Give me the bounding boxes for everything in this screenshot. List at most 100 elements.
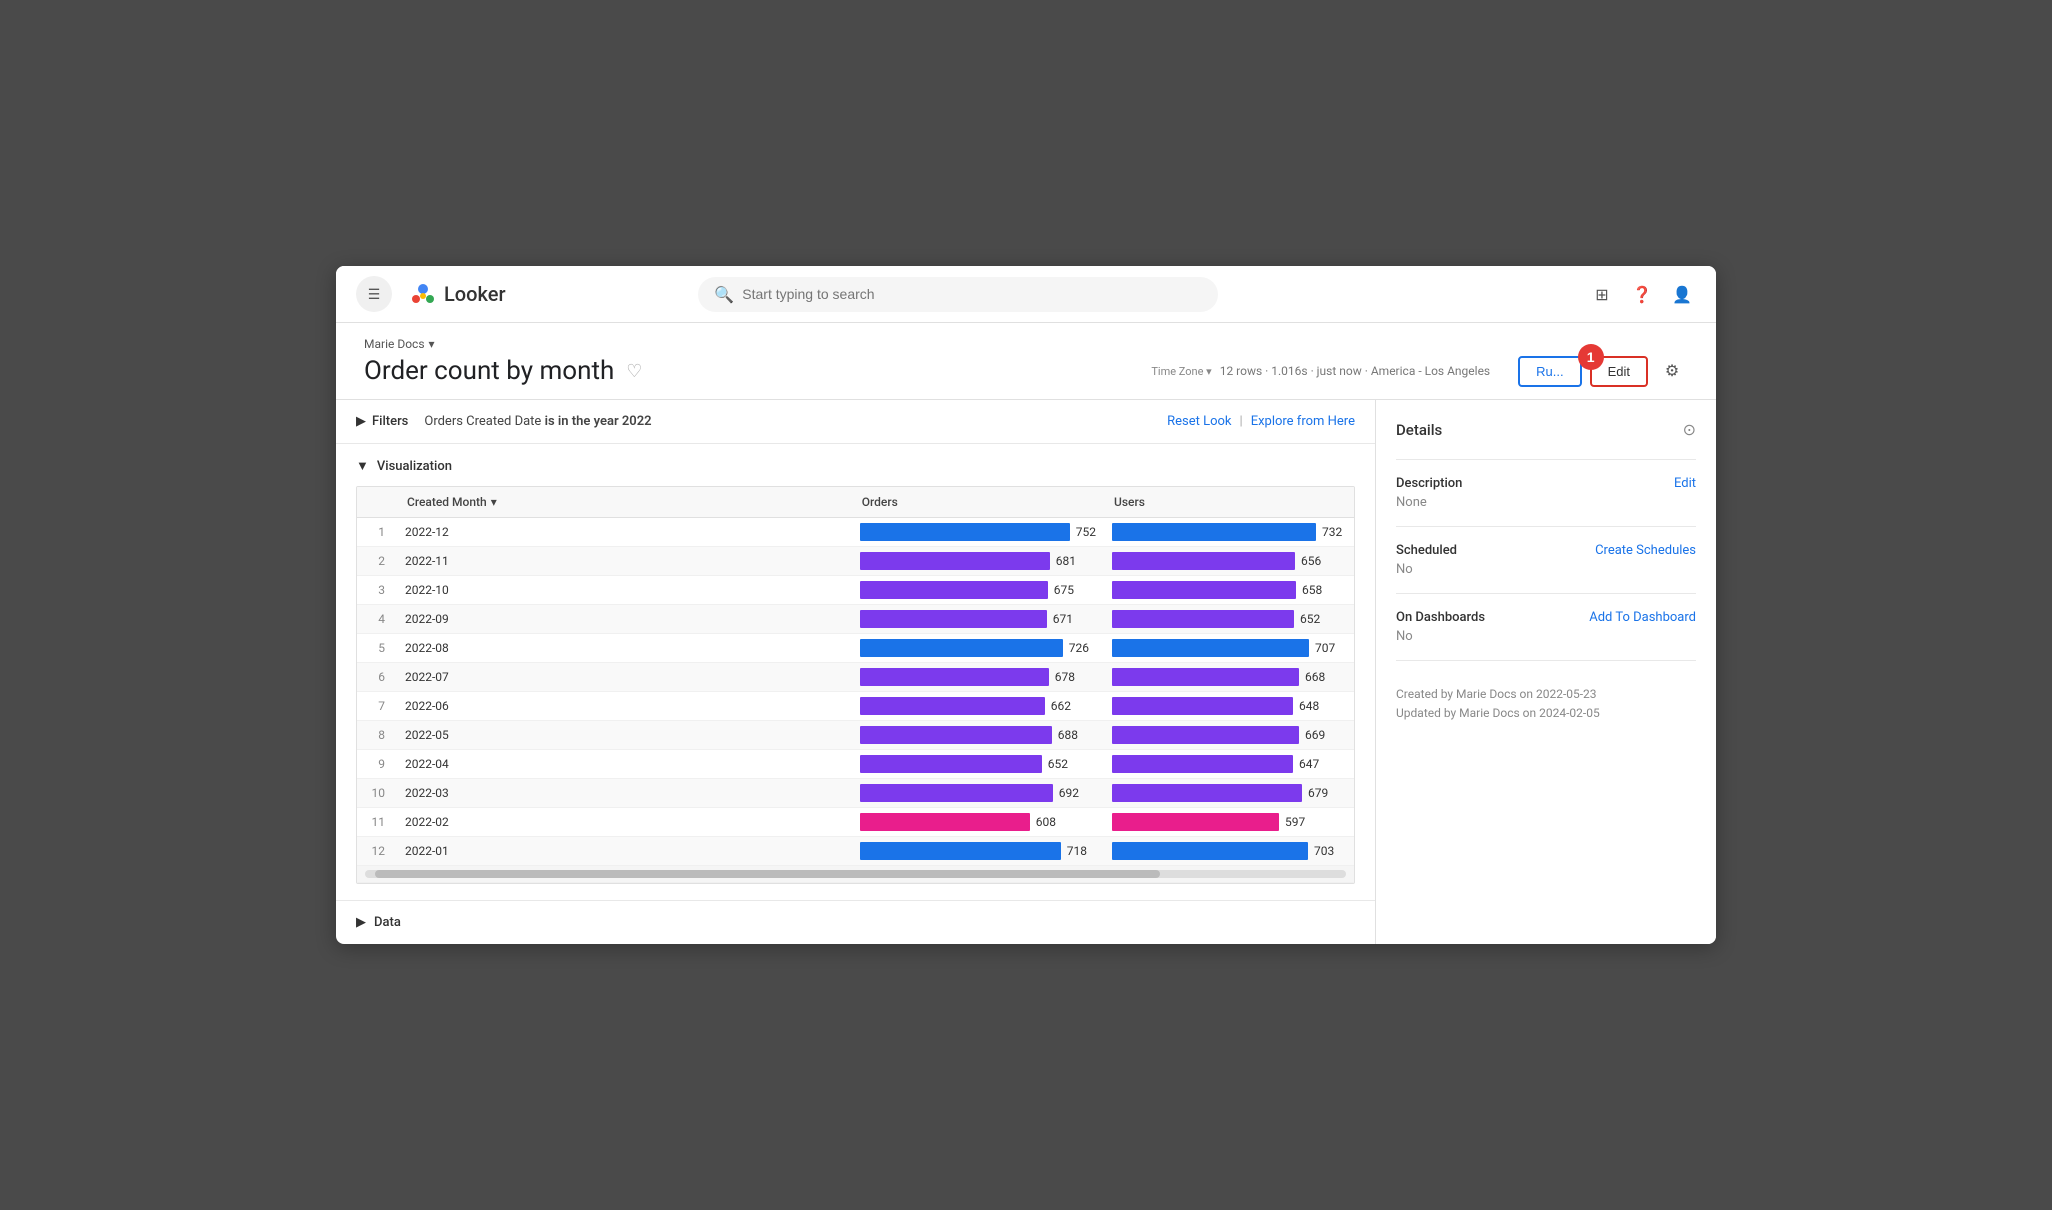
add-to-dashboard-link[interactable]: Add To Dashboard [1589,610,1696,625]
viz-header[interactable]: ▼ Visualization [356,444,1355,486]
sort-icon: ▾ [491,495,497,509]
meta-section: Created by Marie Docs on 2022-05-23 Upda… [1396,660,1696,739]
settings-button[interactable]: ⚙ [1656,355,1688,387]
orders-bar-cell: 671 [852,605,1104,634]
orders-value: 662 [1051,699,1071,713]
users-value: 652 [1300,612,1320,626]
col-created-month[interactable]: Created Month ▾ [397,487,852,518]
explore-from-here-link[interactable]: Explore from Here [1251,414,1355,429]
table-body: 1 2022-12 752 732 2 2022-11 681 [357,518,1354,883]
scrollbar-track-cell[interactable] [357,866,1354,883]
table-row: 2 2022-11 681 656 [357,547,1354,576]
orders-bar [860,813,1030,831]
step-badge: 1 [1578,344,1604,370]
reset-look-link[interactable]: Reset Look [1167,414,1231,429]
logo-area: Looker [408,279,506,309]
table-header-row: Created Month ▾ Orders Users [357,487,1354,518]
scheduled-label: Scheduled [1396,543,1457,558]
run-button[interactable]: Ru... [1518,356,1581,387]
account-icon[interactable]: 👤 [1668,280,1696,308]
page-header: Marie Docs ▾ Order count by month ♡ Time… [336,323,1716,400]
orders-value: 671 [1053,612,1073,626]
table-row: 7 2022-06 662 648 [357,692,1354,721]
main-content: ▶ Filters Orders Created Date is in the … [336,400,1716,944]
table-row: 1 2022-12 752 732 [357,518,1354,547]
users-value: 597 [1285,815,1305,829]
meta-text: 12 rows · 1.016s · just now · America - … [1220,364,1490,378]
users-bar [1112,726,1299,744]
users-bar-cell: 597 [1104,808,1354,837]
scheduled-section: Scheduled Create Schedules No [1396,526,1696,593]
orders-value: 652 [1048,757,1068,771]
orders-bar-cell: 678 [852,663,1104,692]
horizontal-scrollbar[interactable] [365,870,1346,878]
table-row: 8 2022-05 688 669 [357,721,1354,750]
search-icon: 🔍 [714,285,734,304]
orders-bar [860,697,1045,715]
viz-table: Created Month ▾ Orders Users 1 2022-12 [356,486,1355,884]
orders-bar [860,581,1048,599]
description-edit-link[interactable]: Edit [1674,476,1696,491]
description-label: Description [1396,476,1462,491]
favorite-icon[interactable]: ♡ [626,361,642,382]
scrollbar-row[interactable] [357,866,1354,883]
marketplace-icon[interactable]: ⊞ [1588,280,1616,308]
description-row: Description Edit [1396,476,1696,491]
orders-value: 608 [1036,815,1056,829]
users-bar-cell: 732 [1104,518,1354,547]
row-num: 6 [357,663,397,692]
table-row: 6 2022-07 678 668 [357,663,1354,692]
users-bar-cell: 668 [1104,663,1354,692]
search-input[interactable] [742,286,1202,302]
users-bar [1112,697,1293,715]
users-bar-cell: 707 [1104,634,1354,663]
data-header[interactable]: ▶ Data [356,901,1355,944]
search-bar[interactable]: 🔍 [698,277,1218,312]
external-link-icon[interactable]: ⊙ [1683,420,1696,439]
orders-value: 718 [1067,844,1087,858]
users-bar-cell: 669 [1104,721,1354,750]
users-bar [1112,842,1308,860]
edit-button[interactable]: 1 Edit [1590,356,1648,387]
orders-bar [860,842,1061,860]
filters-toggle[interactable]: ▶ Filters [356,414,408,429]
scheduled-row: Scheduled Create Schedules [1396,543,1696,558]
users-bar [1112,552,1295,570]
dashboards-section: On Dashboards Add To Dashboard No [1396,593,1696,660]
dashboards-value: No [1396,629,1696,644]
breadcrumb[interactable]: Marie Docs ▾ [364,337,1688,351]
data-triangle-icon: ▶ [356,915,366,930]
users-bar-cell: 658 [1104,576,1354,605]
scrollbar-thumb[interactable] [375,870,1160,878]
users-value: 669 [1305,728,1325,742]
help-icon[interactable]: ❓ [1628,280,1656,308]
app-window: ☰ Looker 🔍 ⊞ ❓ 👤 Marie Docs ▾ Ord [336,266,1716,944]
orders-bar [860,523,1070,541]
users-bar-cell: 656 [1104,547,1354,576]
users-value: 647 [1299,757,1319,771]
users-value: 679 [1308,786,1328,800]
hamburger-icon: ☰ [368,286,381,303]
users-bar [1112,668,1299,686]
orders-bar-cell: 726 [852,634,1104,663]
col-orders[interactable]: Orders [852,487,1104,518]
table-row: 12 2022-01 718 703 [357,837,1354,866]
orders-bar [860,639,1063,657]
month-cell: 2022-09 [397,605,852,634]
orders-bar [860,668,1049,686]
orders-bar [860,784,1053,802]
header-actions: Ru... 1 Edit ⚙ [1518,355,1688,387]
create-schedules-link[interactable]: Create Schedules [1595,543,1696,558]
users-bar [1112,639,1309,657]
col-num [357,487,397,518]
table-row: 11 2022-02 608 597 [357,808,1354,837]
users-bar-cell: 652 [1104,605,1354,634]
scheduled-value: No [1396,562,1696,577]
dashboards-row: On Dashboards Add To Dashboard [1396,610,1696,625]
users-bar [1112,813,1279,831]
hamburger-button[interactable]: ☰ [356,276,392,312]
month-cell: 2022-07 [397,663,852,692]
row-num: 8 [357,721,397,750]
col-users[interactable]: Users [1104,487,1354,518]
users-bar [1112,755,1293,773]
